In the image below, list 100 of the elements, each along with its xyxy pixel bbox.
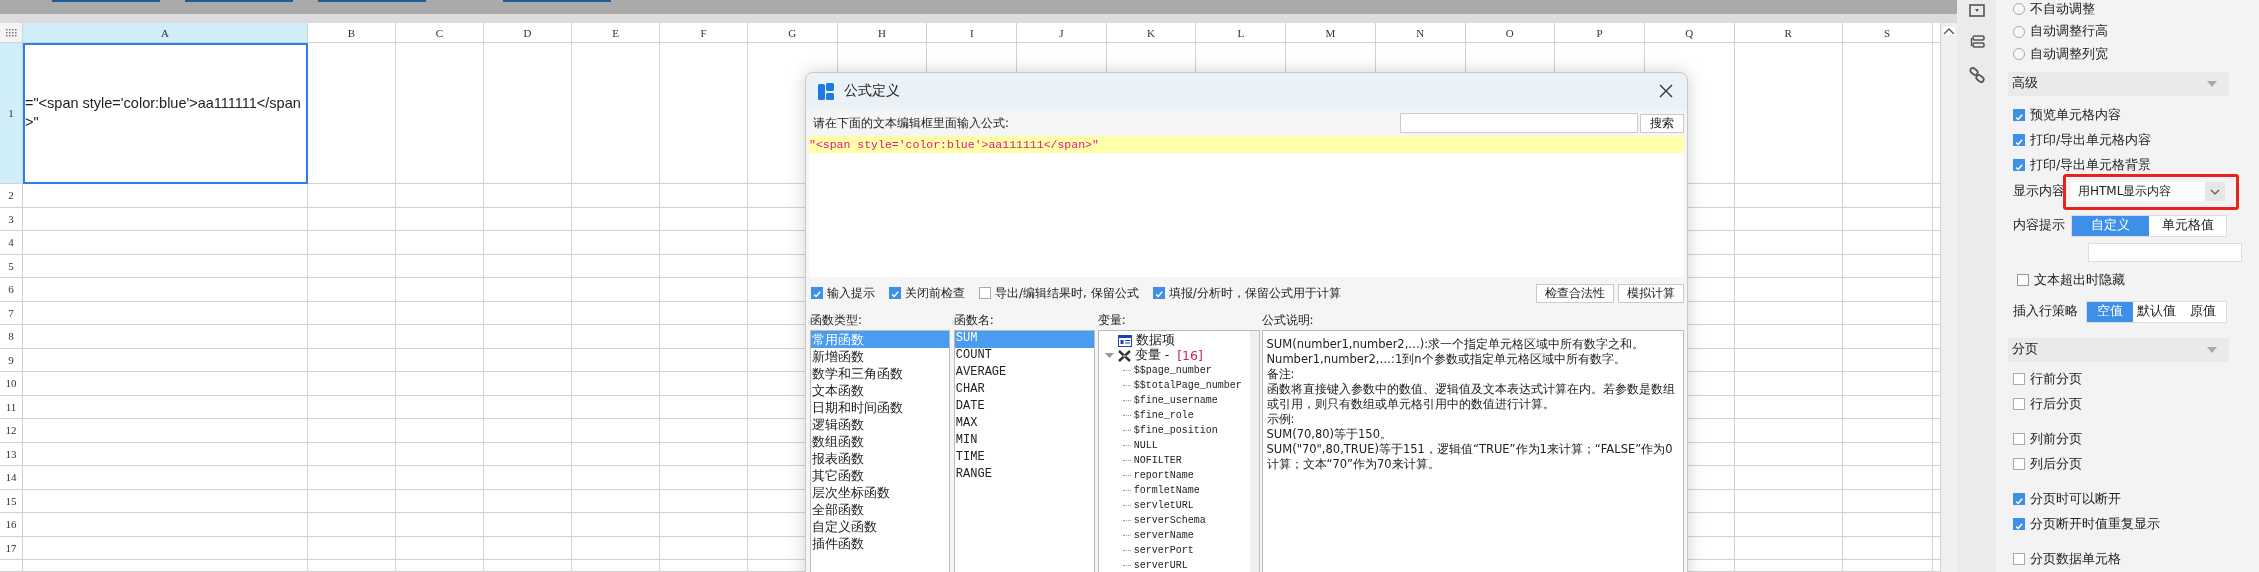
table-cell[interactable] [572, 513, 660, 537]
table-cell[interactable] [572, 442, 660, 466]
table-cell[interactable] [308, 278, 396, 302]
list-item[interactable]: 数学和三角函数 [811, 365, 949, 382]
table-cell[interactable] [1734, 207, 1843, 231]
tree-node[interactable]: reportName [1133, 470, 1194, 481]
table-cell[interactable] [660, 372, 748, 396]
table-cell[interactable] [1842, 419, 1933, 443]
column-header[interactable]: A [23, 23, 308, 43]
column-header[interactable]: I [927, 23, 1018, 43]
table-cell[interactable] [396, 395, 484, 419]
table-cell[interactable] [308, 254, 396, 278]
table-cell[interactable] [572, 184, 660, 208]
segment-tab[interactable]: 默认值 [2133, 301, 2180, 322]
table-cell[interactable] [484, 301, 572, 325]
display-dropdown[interactable]: 用HTML显示内容 [2071, 182, 2225, 201]
table-cell[interactable] [23, 466, 308, 490]
table-cell[interactable] [1734, 184, 1843, 208]
table-cell[interactable] [1734, 348, 1843, 372]
row-header[interactable]: 11 [0, 395, 23, 419]
row-header[interactable]: 4 [0, 231, 23, 255]
table-cell[interactable] [660, 489, 748, 513]
list-item[interactable]: CHAR [954, 382, 1094, 399]
tree-node[interactable]: servletURL [1133, 500, 1194, 511]
link-icon[interactable] [1968, 67, 1985, 83]
table-cell[interactable] [660, 536, 748, 560]
table-cell[interactable] [1734, 419, 1843, 443]
table-cell[interactable] [396, 325, 484, 349]
table-cell[interactable] [308, 207, 396, 231]
table-cell[interactable] [1842, 372, 1933, 396]
list-item[interactable]: 全部函数 [811, 501, 949, 518]
column-header[interactable]: B [308, 23, 396, 43]
checkbox[interactable] [2013, 159, 2025, 171]
list-item[interactable]: 文本函数 [811, 382, 949, 399]
list-item[interactable]: DATE [954, 399, 1094, 416]
table-cell[interactable] [396, 207, 484, 231]
table-cell[interactable] [1734, 372, 1843, 396]
table-cell[interactable] [308, 301, 396, 325]
table-cell[interactable] [572, 325, 660, 349]
input-field[interactable] [2088, 242, 2242, 262]
table-cell[interactable] [1842, 278, 1933, 302]
table-cell[interactable] [484, 395, 572, 419]
table-cell[interactable] [308, 348, 396, 372]
table-cell[interactable] [572, 254, 660, 278]
table-cell[interactable] [1842, 536, 1933, 560]
tree-node[interactable]: 变量 - [1134, 347, 1170, 364]
table-cell[interactable] [660, 184, 748, 208]
table-cell[interactable] [484, 207, 572, 231]
table-cell[interactable] [484, 231, 572, 255]
checkbox[interactable] [1152, 287, 1165, 299]
action-button[interactable]: 检查合法性 [1536, 283, 1614, 303]
table-cell[interactable] [396, 442, 484, 466]
column-header[interactable]: F [660, 23, 748, 43]
table-cell[interactable] [1734, 254, 1843, 278]
checkbox[interactable] [2013, 109, 2025, 121]
column-header[interactable]: O [1465, 23, 1556, 43]
table-cell[interactable] [308, 513, 396, 537]
list-item[interactable]: 层次坐标函数 [811, 484, 949, 501]
table-cell[interactable] [23, 513, 308, 537]
table-cell[interactable] [660, 442, 748, 466]
table-cell[interactable] [308, 325, 396, 349]
list-item[interactable]: COUNT [954, 348, 1094, 365]
table-cell[interactable] [572, 560, 660, 572]
tree-node[interactable]: serverPort [1133, 545, 1194, 556]
column-header[interactable]: H [837, 23, 928, 43]
table-cell[interactable] [23, 301, 308, 325]
table-cell[interactable] [1842, 254, 1933, 278]
table-cell[interactable] [308, 489, 396, 513]
action-button[interactable]: 模拟计算 [1618, 283, 1684, 303]
table-cell[interactable] [396, 301, 484, 325]
expand-icon[interactable] [1104, 351, 1114, 360]
table-cell[interactable] [484, 442, 572, 466]
table-cell[interactable] [1842, 489, 1933, 513]
row-header[interactable] [0, 560, 23, 572]
section-header[interactable]: 分页 [2008, 337, 2229, 362]
table-cell[interactable] [484, 513, 572, 537]
formula-editor[interactable]: "<span style='color:blue'>aa111111</span>" [809, 136, 1684, 277]
list-item[interactable]: MAX [954, 416, 1094, 433]
collapse-icon[interactable] [2207, 80, 2217, 87]
tree-node[interactable]: serverSchema [1133, 515, 1206, 526]
table-cell[interactable] [23, 348, 308, 372]
table-cell[interactable] [1734, 466, 1843, 490]
row-header[interactable]: 8 [0, 325, 23, 349]
column-header[interactable]: S [1842, 23, 1933, 43]
row-header[interactable]: 12 [0, 419, 23, 443]
tree-node[interactable]: $fine_username [1133, 395, 1218, 406]
list-item[interactable]: MIN [954, 433, 1094, 450]
list-item[interactable]: AVERAGE [954, 365, 1094, 382]
segment-tab[interactable]: 原值 [2179, 301, 2226, 322]
table-cell[interactable] [572, 489, 660, 513]
table-cell[interactable] [1734, 489, 1843, 513]
table-cell[interactable] [23, 442, 308, 466]
table-cell[interactable] [1734, 278, 1843, 302]
table-cell[interactable] [572, 231, 660, 255]
row-header[interactable]: 13 [0, 442, 23, 466]
checkbox[interactable] [2013, 493, 2025, 505]
table-cell[interactable] [572, 301, 660, 325]
column-header[interactable]: L [1196, 23, 1287, 43]
table-cell[interactable] [23, 536, 308, 560]
list-item[interactable]: 插件函数 [811, 535, 949, 552]
